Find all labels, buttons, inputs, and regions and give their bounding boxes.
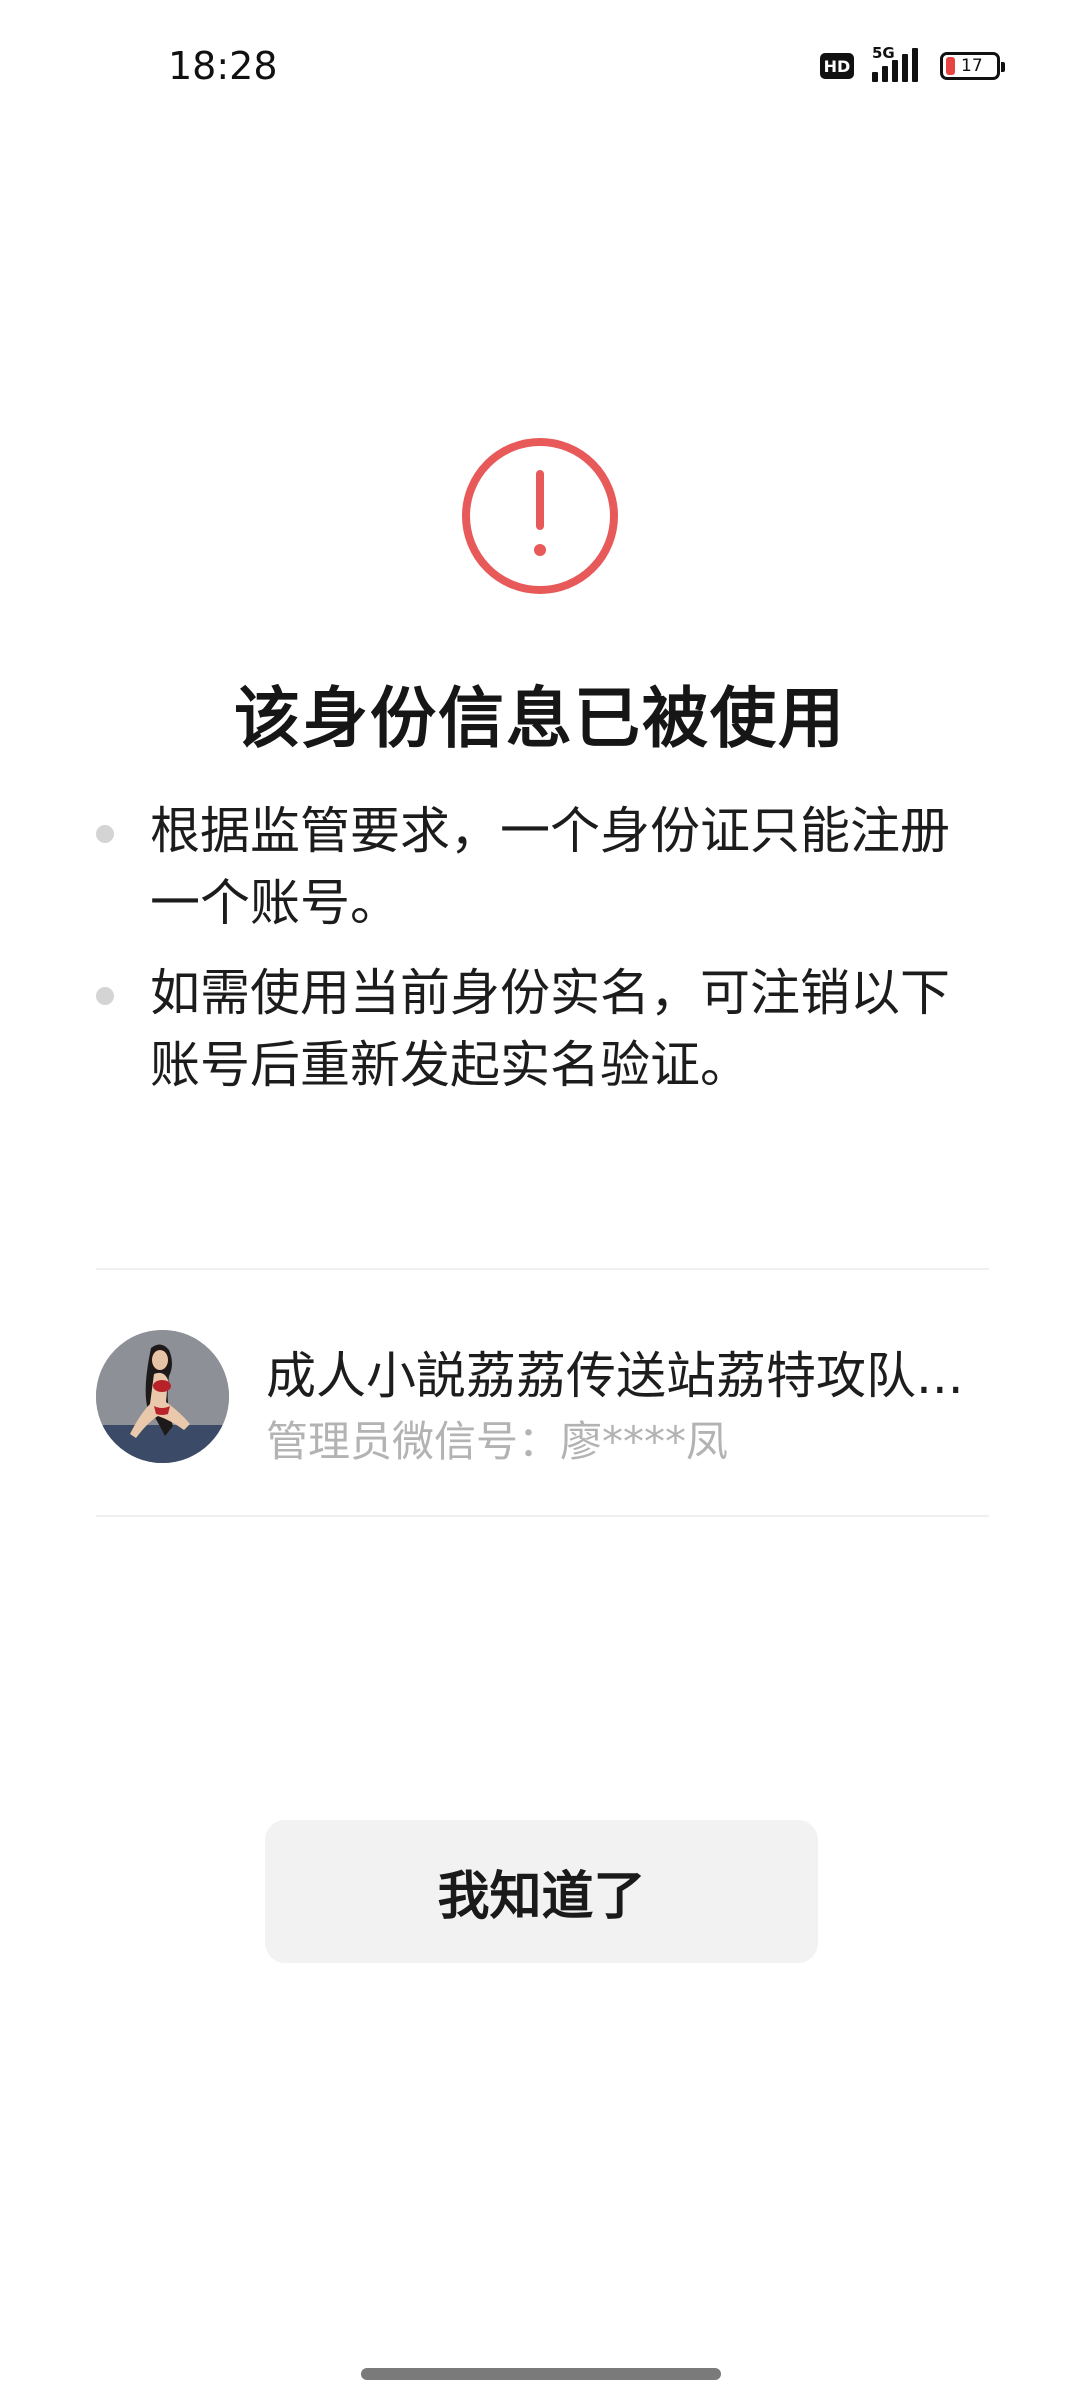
- home-indicator[interactable]: [361, 2368, 721, 2380]
- notice-item: 根据监管要求，一个身份证只能注册一个账号。: [92, 795, 992, 939]
- avatar: [96, 1330, 229, 1463]
- exclamation-circle-icon: [462, 438, 618, 594]
- status-time: 18:28: [168, 44, 278, 88]
- page-title: 该身份信息已被使用: [234, 680, 846, 757]
- battery-icon: 17: [940, 52, 1005, 80]
- avatar-image: [96, 1330, 229, 1463]
- notice-text: 根据监管要求，一个身份证只能注册一个账号。: [150, 802, 950, 932]
- notice-item: 如需使用当前身份实名，可注销以下账号后重新发起实名验证。: [92, 957, 992, 1101]
- notice-list: 根据监管要求，一个身份证只能注册一个账号。 如需使用当前身份实名，可注销以下账号…: [92, 795, 992, 1119]
- signal-icon: 5G: [872, 44, 922, 84]
- status-icons: HD 5G 17: [820, 44, 1005, 86]
- account-name: 成人小説荔荔传送站荔特攻队...: [266, 1347, 964, 1405]
- divider: [96, 1268, 989, 1270]
- battery-level-text: 17: [961, 56, 983, 76]
- bullet-dot-icon: [96, 987, 114, 1005]
- acknowledge-button[interactable]: 我知道了: [265, 1820, 818, 1963]
- battery-level-fill: [946, 57, 955, 75]
- divider: [96, 1515, 989, 1517]
- admin-wechat-id: 管理员微信号：廖****凤: [266, 1417, 729, 1466]
- bullet-dot-icon: [96, 825, 114, 843]
- bound-account-row: 成人小説荔荔传送站荔特攻队... 管理员微信号：廖****凤: [96, 1330, 989, 1466]
- status-bar: 18:28 HD 5G 17: [0, 0, 1080, 130]
- identity-used-screen: 18:28 HD 5G 17 该身份信息已被使用 根据监管要求，一个身份证只能注…: [0, 0, 1080, 2400]
- notice-text: 如需使用当前身份实名，可注销以下账号后重新发起实名验证。: [150, 964, 950, 1094]
- hd-badge-icon: HD: [820, 53, 854, 79]
